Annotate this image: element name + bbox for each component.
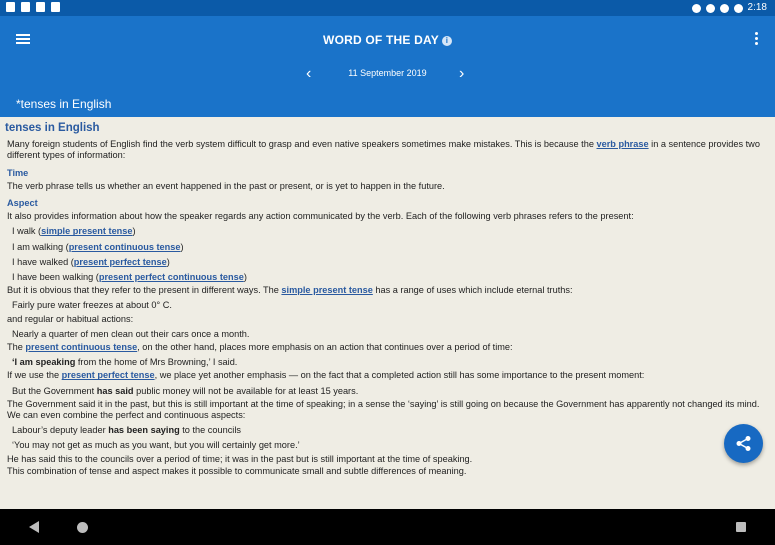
wifi-icon — [705, 3, 715, 13]
next-day-button[interactable]: › — [459, 66, 464, 82]
continuous-paragraph: The present continuous tense, on the oth… — [7, 342, 513, 353]
aspect-heading: Aspect — [7, 198, 38, 209]
notification-icon — [6, 2, 15, 12]
example-line: ‘You may not get as much as you want, bu… — [12, 440, 300, 451]
example-line: Nearly a quarter of men clean out their … — [12, 328, 250, 339]
page-title: WORD OF THE DAY i — [0, 33, 775, 47]
example-line: Fairly pure water freezes at about 0° C. — [12, 300, 172, 311]
airplane-icon — [719, 3, 729, 13]
info-icon[interactable]: i — [441, 35, 452, 46]
example-line: I walk (simple present tense) — [12, 226, 136, 237]
title-text: WORD OF THE DAY — [323, 33, 439, 47]
example-line: I am walking (present continuous tense) — [12, 241, 184, 252]
app-bar: WORD OF THE DAY i ‹ 11 September 2019 › *… — [0, 16, 775, 117]
government-paragraph: The Government said it in the past, but … — [7, 398, 760, 421]
time-paragraph: The verb phrase tells us whether an even… — [7, 180, 445, 191]
system-nav-bar — [0, 509, 775, 545]
simple-present-link[interactable]: simple present tense — [281, 285, 372, 295]
share-icon — [736, 436, 751, 451]
status-bar: 2:18 — [0, 0, 775, 16]
battery-icon — [733, 3, 743, 13]
home-icon[interactable] — [77, 522, 88, 533]
aspect-paragraph: It also provides information about how t… — [7, 211, 634, 222]
simple-present-paragraph: But it is obvious that they refer to the… — [7, 285, 573, 296]
notification-icons — [6, 2, 60, 12]
verb-phrase-link[interactable]: verb phrase — [597, 139, 649, 149]
present-continuous-link[interactable]: present continuous tense — [25, 342, 137, 352]
present-perfect-link[interactable]: present perfect tense — [74, 257, 167, 267]
word-subtitle: *tenses in English — [16, 97, 112, 111]
youtube-icon — [51, 2, 60, 12]
present-perfect-continuous-link[interactable]: present perfect continuous tense — [99, 272, 244, 282]
present-continuous-link[interactable]: present continuous tense — [69, 242, 181, 252]
system-icons: 2:18 — [691, 2, 767, 14]
time-heading: Time — [7, 167, 29, 178]
image-icon — [36, 2, 45, 12]
intro-paragraph: Many foreign students of English find th… — [7, 139, 760, 161]
example-line: Labour’s deputy leader has been saying t… — [12, 425, 241, 436]
back-icon[interactable] — [29, 521, 39, 533]
present-perfect-link[interactable]: present perfect tense — [62, 370, 155, 380]
article-heading: tenses in English — [5, 122, 100, 134]
clock: 2:18 — [747, 2, 767, 13]
example-line: I have walked (present perfect tense) — [12, 256, 170, 267]
example-line: I have been walking (present perfect con… — [12, 272, 247, 283]
notification-icon — [21, 2, 30, 12]
more-options-icon[interactable] — [755, 32, 759, 47]
share-button[interactable] — [724, 424, 763, 463]
example-line: But the Government has said public money… — [12, 385, 359, 396]
regular-paragraph: and regular or habitual actions: — [7, 313, 134, 324]
date-label: 11 September 2019 — [348, 68, 427, 78]
article-content[interactable]: tenses in English Many foreign students … — [0, 117, 775, 509]
said-paragraph: He has said this to the councils over a … — [7, 453, 473, 464]
perfect-paragraph: If we use the present perfect tense, we … — [7, 370, 645, 381]
example-line: ‘I am speaking from the home of Mrs Brow… — [12, 357, 238, 368]
combination-paragraph: This combination of tense and aspect mak… — [7, 465, 467, 476]
simple-present-link[interactable]: simple present tense — [41, 226, 132, 236]
recent-apps-icon[interactable] — [736, 522, 746, 532]
dnd-icon — [691, 3, 701, 13]
